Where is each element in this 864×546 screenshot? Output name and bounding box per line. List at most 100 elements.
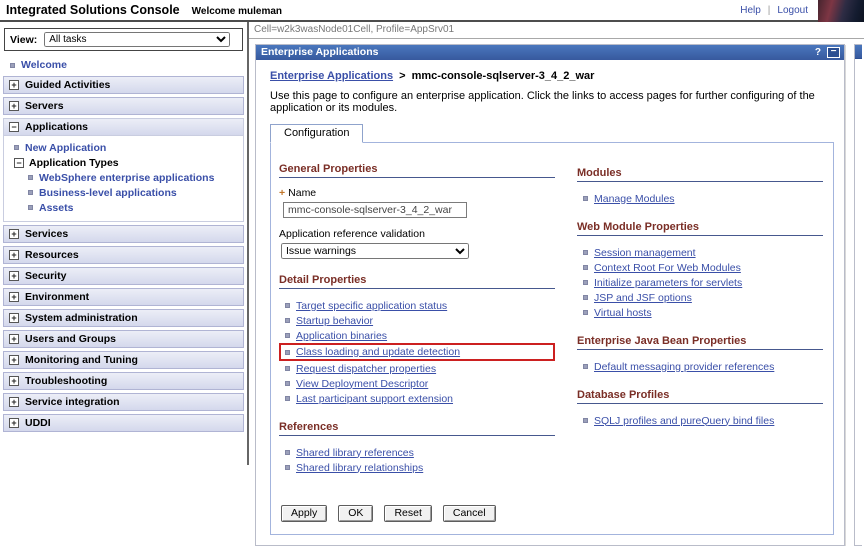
sidebar-item-business-level-applications[interactable]: Business-level applications <box>14 185 241 200</box>
link-label[interactable]: Class loading and update detection <box>296 346 460 358</box>
link-shared-library-references[interactable]: Shared library references <box>285 445 555 460</box>
expand-icon[interactable]: + <box>9 397 19 407</box>
ejb-properties-header: Enterprise Java Bean Properties <box>577 335 823 350</box>
apply-button[interactable]: Apply <box>281 505 327 522</box>
sidebar-section-monitoring-and-tuning[interactable]: + Monitoring and Tuning <box>3 351 244 369</box>
link-virtual-hosts[interactable]: Virtual hosts <box>583 305 823 320</box>
link-application-binaries[interactable]: Application binaries <box>285 328 555 343</box>
expand-icon[interactable]: + <box>9 80 19 90</box>
titlebar-icons: ? − <box>813 47 840 58</box>
link-last-participant-support-extension[interactable]: Last participant support extension <box>285 391 555 406</box>
link-shared-library-relationships[interactable]: Shared library relationships <box>285 460 555 475</box>
link-startup-behavior[interactable]: Startup behavior <box>285 313 555 328</box>
logout-link[interactable]: Logout <box>777 5 808 16</box>
sidebar-item-new-application[interactable]: New Application <box>14 140 241 155</box>
section-label: Environment <box>25 291 89 303</box>
link-request-dispatcher-properties[interactable]: Request dispatcher properties <box>285 361 555 376</box>
sidebar-section-servers[interactable]: + Servers <box>3 97 244 115</box>
link-label[interactable]: Request dispatcher properties <box>296 363 436 375</box>
view-label: View: <box>10 34 37 46</box>
expand-icon[interactable]: + <box>9 101 19 111</box>
link-label[interactable]: Shared library relationships <box>296 462 423 474</box>
adjacent-portlet-titlebar <box>855 45 862 59</box>
page-description: Use this page to configure an enterprise… <box>270 90 834 114</box>
link-label[interactable]: Manage Modules <box>594 193 675 205</box>
expand-icon[interactable]: + <box>9 334 19 344</box>
link-target-specific-application-status[interactable]: Target specific application status <box>285 298 555 313</box>
expand-icon[interactable]: + <box>9 355 19 365</box>
link-session-management[interactable]: Session management <box>583 245 823 260</box>
sidebar-item-label: Assets <box>39 202 73 214</box>
portlet-minimize-icon[interactable]: − <box>827 47 840 58</box>
sidebar-item-welcome[interactable]: Welcome <box>3 58 244 76</box>
expand-icon[interactable]: + <box>9 250 19 260</box>
link-label[interactable]: Initialize parameters for servlets <box>594 277 742 289</box>
link-label[interactable]: Application binaries <box>296 330 387 342</box>
link-manage-modules[interactable]: Manage Modules <box>583 191 823 206</box>
bullet-icon <box>28 205 33 210</box>
link-label[interactable]: View Deployment Descriptor <box>296 378 428 390</box>
ok-button[interactable]: OK <box>338 505 373 522</box>
expand-icon[interactable]: + <box>9 292 19 302</box>
section-label: Resources <box>25 249 79 261</box>
link-view-deployment-descriptor[interactable]: View Deployment Descriptor <box>285 376 555 391</box>
link-label[interactable]: Session management <box>594 247 696 259</box>
link-default-messaging-provider-references[interactable]: Default messaging provider references <box>583 359 823 374</box>
link-label[interactable]: Target specific application status <box>296 300 447 312</box>
main-layout: View: All tasks Welcome + Guided Activit… <box>0 22 864 465</box>
sidebar-section-applications[interactable]: − Applications <box>4 119 243 136</box>
expand-icon[interactable]: + <box>9 313 19 323</box>
link-initialize-parameters-for-servlets[interactable]: Initialize parameters for servlets <box>583 275 823 290</box>
link-context-root-for-web-modules[interactable]: Context Root For Web Modules <box>583 260 823 275</box>
sidebar-section-troubleshooting[interactable]: + Troubleshooting <box>3 372 244 390</box>
breadcrumb-parent-link[interactable]: Enterprise Applications <box>270 70 393 82</box>
expand-icon[interactable]: + <box>9 376 19 386</box>
sidebar-section-users-and-groups[interactable]: + Users and Groups <box>3 330 244 348</box>
tab-configuration[interactable]: Configuration <box>270 124 363 143</box>
link-label[interactable]: Startup behavior <box>296 315 373 327</box>
help-link[interactable]: Help <box>740 5 761 16</box>
sidebar-item-application-types[interactable]: − Application Types <box>14 155 241 170</box>
red-highlight-annotation: Class loading and update detection <box>279 343 555 361</box>
sidebar-item-label: Welcome <box>21 59 67 71</box>
expand-icon[interactable]: + <box>9 229 19 239</box>
sidebar-section-environment[interactable]: + Environment <box>3 288 244 306</box>
sidebar-section-services[interactable]: + Services <box>3 225 244 243</box>
link-sqlj-profiles-and-purequery-bind-files[interactable]: SQLJ profiles and pureQuery bind files <box>583 413 823 428</box>
sidebar-section-applications-group: − Applications New Application − Applica… <box>3 118 244 222</box>
link-label[interactable]: Default messaging provider references <box>594 361 774 373</box>
link-label[interactable]: SQLJ profiles and pureQuery bind files <box>594 415 774 427</box>
link-label[interactable]: Virtual hosts <box>594 307 652 319</box>
reset-button[interactable]: Reset <box>384 505 431 522</box>
sidebar-item-websphere-enterprise-applications[interactable]: WebSphere enterprise applications <box>14 170 241 185</box>
ref-validation-select[interactable]: Issue warnings <box>281 243 469 259</box>
sidebar-section-guided-activities[interactable]: + Guided Activities <box>3 76 244 94</box>
sidebar-section-resources[interactable]: + Resources <box>3 246 244 264</box>
application-name-input[interactable] <box>283 202 467 218</box>
breadcrumb: Enterprise Applications > mmc-console-sq… <box>270 70 834 82</box>
adjacent-portlet-sliver <box>854 44 862 546</box>
link-label[interactable]: Last participant support extension <box>296 393 453 405</box>
link-class-loading-and-update-detection[interactable]: Class loading and update detection <box>285 345 549 359</box>
expand-icon[interactable]: + <box>9 418 19 428</box>
link-label[interactable]: Shared library references <box>296 447 414 459</box>
view-select[interactable]: All tasks <box>44 32 230 47</box>
link-label[interactable]: Context Root For Web Modules <box>594 262 741 274</box>
collapse-icon[interactable]: − <box>9 122 19 132</box>
cancel-button[interactable]: Cancel <box>443 505 496 522</box>
section-label: Applications <box>25 121 88 133</box>
expand-icon[interactable]: + <box>9 271 19 281</box>
database-profiles-header: Database Profiles <box>577 389 823 404</box>
sidebar-section-system-administration[interactable]: + System administration <box>3 309 244 327</box>
modules-header: Modules <box>577 167 823 182</box>
sidebar-section-security[interactable]: + Security <box>3 267 244 285</box>
link-jsp-and-jsf-options[interactable]: JSP and JSF options <box>583 290 823 305</box>
portlet-help-icon[interactable]: ? <box>813 47 823 58</box>
bullet-icon <box>583 364 588 369</box>
link-label[interactable]: JSP and JSF options <box>594 292 692 304</box>
sidebar-section-service-integration[interactable]: + Service integration <box>3 393 244 411</box>
sidebar-item-assets[interactable]: Assets <box>14 200 241 215</box>
sidebar-section-uddi[interactable]: + UDDI <box>3 414 244 432</box>
collapse-icon[interactable]: − <box>14 158 24 168</box>
portlet-titlebar: Enterprise Applications ? − <box>256 45 844 60</box>
